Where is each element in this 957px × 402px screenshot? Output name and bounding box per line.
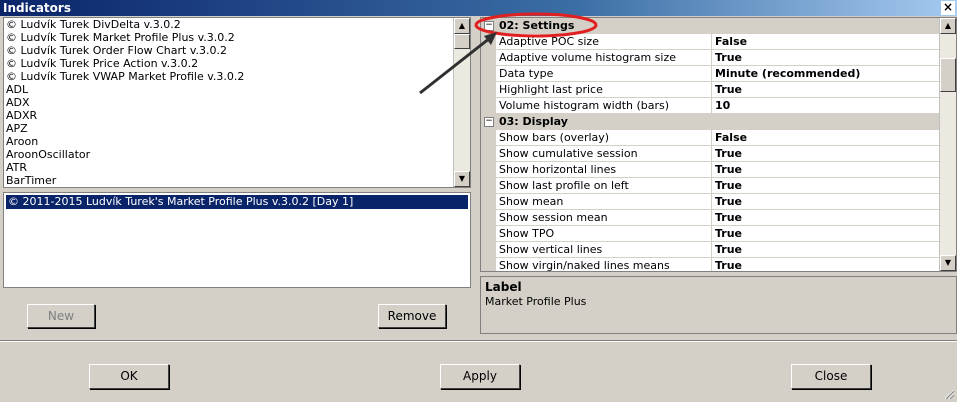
highlight-ellipse [474, 12, 598, 38]
annotation-arrow [419, 36, 491, 95]
resize-grip-icon[interactable] [943, 388, 955, 400]
annotation-overlay [419, 12, 598, 95]
